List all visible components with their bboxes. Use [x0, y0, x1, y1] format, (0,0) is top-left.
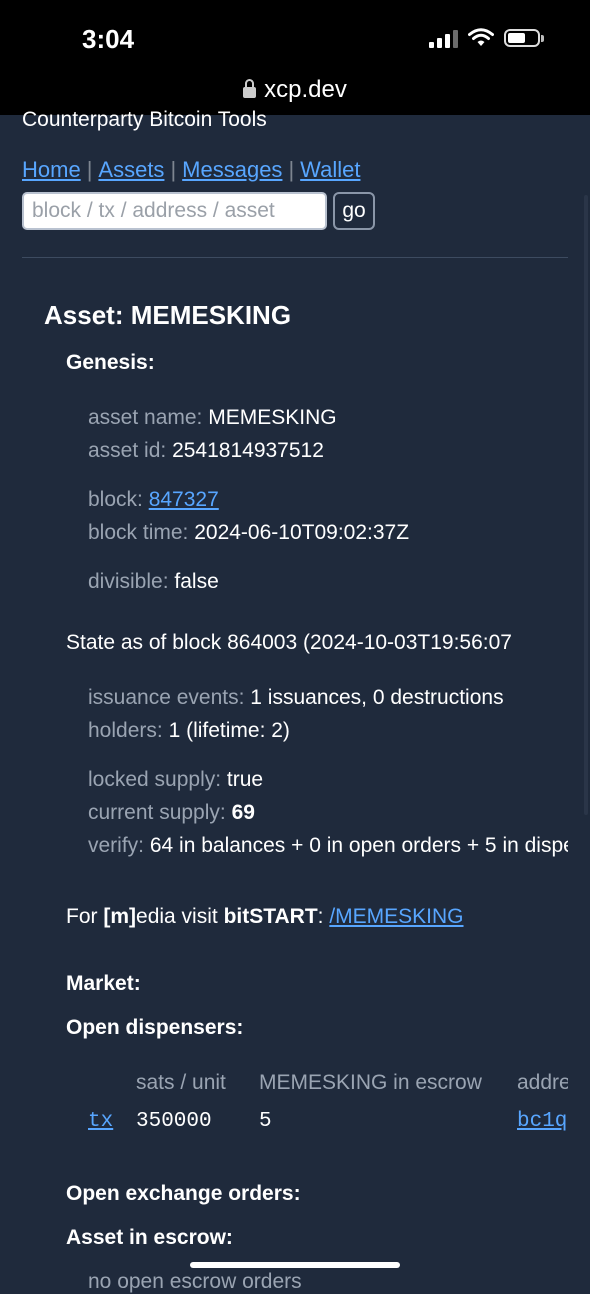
column-header-escrow: MEMESKING in escrow	[259, 1071, 482, 1094]
holders-label: holders:	[88, 719, 163, 742]
asset-name-label: asset name:	[88, 406, 203, 429]
divisible-value: false	[174, 570, 219, 593]
asset-id-row: asset id: 2541814937512	[88, 439, 324, 463]
divider	[22, 257, 568, 258]
asset-id-label: asset id:	[88, 439, 167, 462]
main-nav: Home | Assets | Messages | Wallet	[22, 157, 360, 183]
scrollbar[interactable]	[584, 195, 588, 815]
bitstart-link[interactable]: /MEMESKING	[329, 905, 463, 928]
media-colon: :	[317, 905, 330, 928]
current-supply-value: 69	[231, 801, 255, 824]
status-icons	[429, 28, 544, 48]
verify-row: verify: 64 in balances + 0 in open order…	[88, 834, 568, 858]
issuance-row: issuance events: 1 issuances, 0 destruct…	[88, 686, 504, 710]
nav-separator: |	[86, 157, 93, 182]
asset-id-value: 2541814937512	[172, 439, 324, 462]
market-heading: Market:	[66, 972, 141, 995]
verify-label: verify:	[88, 834, 145, 857]
dispenser-sats-value: 350000	[136, 1110, 212, 1133]
open-exchange-orders-heading: Open exchange orders:	[66, 1182, 301, 1205]
dispenser-address-link[interactable]: bc1q	[517, 1110, 567, 1133]
block-time-value: 2024-06-10T09:02:37Z	[194, 521, 410, 544]
bitstart-label: bitSTART	[223, 905, 318, 928]
nav-separator: |	[288, 157, 295, 182]
site-title: Counterparty Bitcoin Tools	[22, 108, 267, 131]
block-row: block: 847327	[88, 488, 219, 512]
wifi-icon	[468, 28, 494, 46]
holders-value: 1 (lifetime: 2)	[168, 719, 290, 742]
current-supply-label: current supply:	[88, 801, 226, 824]
current-supply-row: current supply: 69	[88, 801, 255, 825]
genesis-heading: Genesis:	[66, 351, 155, 374]
asset-name-value: MEMESKING	[208, 406, 337, 429]
home-indicator[interactable]	[190, 1262, 400, 1268]
dispensers-table: sats / unit MEMESKING in escrow address …	[0, 1066, 568, 1146]
nav-wallet-link[interactable]: Wallet	[300, 157, 360, 182]
status-bar: 3:04 xcp.dev	[0, 0, 590, 115]
locked-supply-row: locked supply: true	[88, 768, 263, 792]
url-bar[interactable]: xcp.dev	[0, 76, 590, 104]
holders-row: holders: 1 (lifetime: 2)	[88, 719, 290, 743]
divisible-label: divisible:	[88, 570, 169, 593]
issuance-value: 1 issuances, 0 destructions	[250, 686, 504, 709]
search-input[interactable]	[22, 192, 327, 230]
nav-messages-link[interactable]: Messages	[182, 157, 282, 182]
verify-value: 64 in balances + 0 in open orders + 5 in…	[149, 834, 568, 857]
media-prefix: For	[66, 905, 104, 928]
block-time-label: block time:	[88, 521, 189, 544]
locked-supply-label: locked supply:	[88, 768, 222, 791]
escrow-status-text: no open escrow orders	[88, 1270, 302, 1293]
block-label: block:	[88, 488, 143, 511]
block-link[interactable]: 847327	[149, 488, 219, 511]
asset-name-row: asset name: MEMESKING	[88, 406, 337, 430]
nav-home-link[interactable]: Home	[22, 157, 81, 182]
clock: 3:04	[82, 24, 135, 54]
url-text: xcp.dev	[264, 76, 347, 103]
open-dispensers-heading: Open dispensers:	[66, 1016, 244, 1039]
column-header-address: address	[517, 1071, 568, 1094]
cellular-signal-icon	[429, 28, 458, 48]
block-time-row: block time: 2024-06-10T09:02:37Z	[88, 521, 409, 545]
go-button[interactable]: go	[333, 192, 375, 230]
lock-icon	[243, 79, 257, 98]
media-m-bold: [m]	[103, 905, 137, 928]
locked-supply-value: true	[226, 768, 264, 791]
nav-assets-link[interactable]: Assets	[98, 157, 164, 182]
battery-icon	[504, 29, 544, 47]
dispenser-tx-link[interactable]: tx	[88, 1110, 113, 1133]
state-heading: State as of block 864003 (2024-10-03T19:…	[66, 631, 512, 654]
media-middle: edia visit	[136, 905, 224, 928]
asset-in-escrow-heading: Asset in escrow:	[66, 1226, 233, 1249]
nav-separator: |	[170, 157, 177, 182]
asset-heading: Asset: MEMESKING	[44, 300, 292, 330]
media-line: For [m]edia visit bitSTART: /MEMESKING	[66, 905, 464, 929]
divisible-row: divisible: false	[88, 570, 219, 594]
dispenser-escrow-value: 5	[259, 1110, 272, 1133]
issuance-label: issuance events:	[88, 686, 245, 709]
column-header-sats: sats / unit	[136, 1071, 226, 1094]
